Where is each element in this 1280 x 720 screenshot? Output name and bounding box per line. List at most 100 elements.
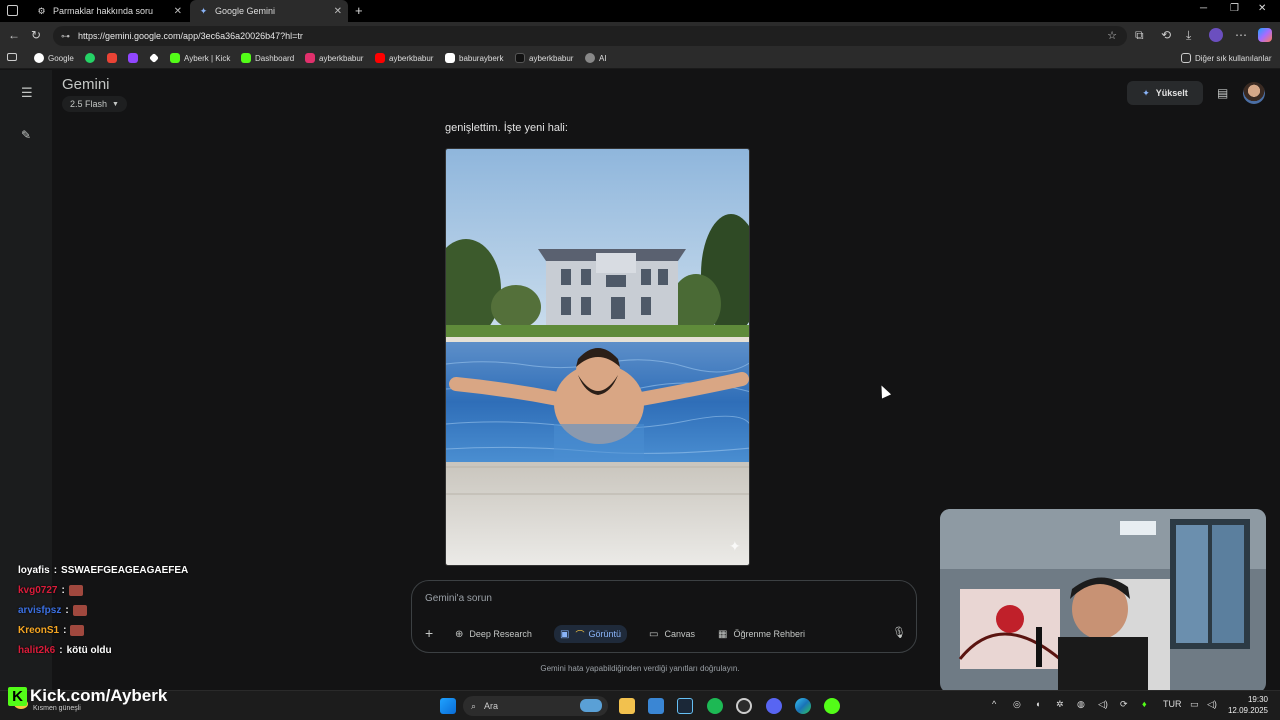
- svg-text:✦: ✦: [729, 539, 741, 555]
- chat-message: halit2k6 : kötü oldu: [18, 645, 112, 656]
- add-attachment-icon[interactable]: +: [425, 625, 433, 641]
- bookmark-whatsapp[interactable]: [85, 53, 99, 63]
- bookmark-twitch[interactable]: [128, 53, 142, 63]
- kick-logo-icon: K: [8, 686, 27, 706]
- tray-app-icon[interactable]: ✲: [1056, 699, 1064, 710]
- bookmark-google[interactable]: Google: [34, 53, 74, 63]
- browser-tab-strip: ⚙ Parmaklar hakkında soru ✕ ✦ Google Gem…: [0, 0, 1280, 22]
- app-title: Gemini: [62, 76, 110, 93]
- speaker-icon[interactable]: ◁): [1207, 699, 1217, 710]
- bookmark-youtube[interactable]: ayberkbabur: [375, 53, 433, 63]
- model-selector[interactable]: 2.5 Flash ▼: [62, 96, 127, 112]
- tray-app-icon[interactable]: ◖: [1035, 699, 1040, 709]
- extensions-icon[interactable]: ⧉: [1135, 28, 1144, 43]
- history-icon[interactable]: ⟲: [1161, 28, 1171, 42]
- prompt-input[interactable]: Gemini'a sorun: [425, 593, 492, 604]
- search-highlight-icon: [580, 699, 602, 712]
- tool-learning-guide[interactable]: ▦ Öğrenme Rehberi: [718, 625, 805, 643]
- bookmark-tiktok[interactable]: ayberkbabur: [515, 53, 573, 63]
- close-window-icon[interactable]: ✕: [1258, 3, 1266, 14]
- reload-icon[interactable]: ↻: [31, 28, 41, 42]
- language-indicator[interactable]: TUR: [1163, 699, 1182, 709]
- spotify-icon[interactable]: [707, 698, 723, 714]
- tab-actions-icon[interactable]: [7, 53, 17, 61]
- chat-username: arvisfpsz: [18, 605, 62, 616]
- clock-time: 19:30: [1247, 695, 1268, 704]
- banana-icon: ⌒: [575, 629, 585, 640]
- more-menu-icon[interactable]: ⋯: [1235, 28, 1247, 42]
- diamond-icon: [149, 53, 159, 63]
- taskbar-search[interactable]: ⌕ Ara: [463, 696, 608, 716]
- tab-parmaklar[interactable]: ⚙ Parmaklar hakkında soru ✕: [28, 0, 188, 22]
- tool-deep-research[interactable]: ⊕ Deep Research: [455, 625, 532, 643]
- bookmark-gmail[interactable]: [107, 53, 121, 63]
- chat-username: loyafis: [18, 565, 50, 576]
- chat-emote-icon: [68, 585, 83, 596]
- clock[interactable]: 19:30 12.09.2025: [1228, 694, 1268, 716]
- favorite-star-icon[interactable]: ☆: [1107, 29, 1117, 42]
- tab-label: Google Gemini: [215, 6, 276, 16]
- chat-username: halit2k6: [18, 645, 56, 656]
- instagram-icon: [305, 53, 315, 63]
- profile-icon[interactable]: [1209, 28, 1223, 42]
- discord-icon[interactable]: [766, 698, 782, 714]
- steam-tray-icon[interactable]: ◍: [1077, 699, 1085, 710]
- restore-icon[interactable]: ❐: [1230, 3, 1239, 14]
- google-icon: [34, 53, 44, 63]
- tab-google-gemini[interactable]: ✦ Google Gemini ✕: [190, 0, 348, 22]
- tray-expand-icon[interactable]: ^: [992, 699, 996, 709]
- bookmark-dashboard[interactable]: Dashboard: [241, 53, 294, 63]
- bookmark-x[interactable]: baburayberk: [445, 53, 503, 63]
- chat-text: kötü oldu: [66, 645, 112, 656]
- kick-icon: [241, 53, 251, 63]
- bookmark-ai-folder[interactable]: AI: [585, 53, 607, 63]
- obs-icon[interactable]: [736, 698, 752, 714]
- generated-image[interactable]: ✦: [445, 148, 750, 566]
- chat-text: SSWAEFGEAGEAGAEFEA: [61, 565, 189, 576]
- bookmark-instagram[interactable]: ayberkbabur: [305, 53, 363, 63]
- minimize-icon[interactable]: ─: [1200, 3, 1207, 14]
- network-icon[interactable]: ▭: [1190, 699, 1199, 710]
- new-chat-icon[interactable]: ✎: [21, 128, 31, 142]
- site-info-icon[interactable]: ⊶: [61, 31, 70, 42]
- temporary-chat-icon[interactable]: ▤: [1217, 86, 1228, 100]
- upgrade-button[interactable]: ✦ Yükselt: [1127, 81, 1203, 105]
- microphone-icon[interactable]: 🎙︎: [892, 626, 906, 639]
- bookmark-extra[interactable]: [149, 53, 163, 63]
- prompt-box[interactable]: Gemini'a sorun + ⊕ Deep Research ▣ ⌒ Gör…: [411, 580, 917, 653]
- other-bookmarks[interactable]: Diğer sık kullanılanlar: [1181, 53, 1271, 63]
- webcam-overlay: [940, 509, 1266, 693]
- hamburger-menu-icon[interactable]: ☰: [21, 85, 33, 101]
- window-menu-icon[interactable]: [7, 5, 18, 16]
- address-bar[interactable]: ⊶ https://gemini.google.com/app/3ec6a36a…: [53, 26, 1127, 46]
- tool-image[interactable]: ▣ ⌒ Görüntü: [554, 625, 627, 643]
- deep-research-icon: ⊕: [455, 628, 464, 640]
- start-icon[interactable]: [440, 698, 456, 714]
- back-icon[interactable]: ←: [8, 28, 20, 42]
- bookmark-ayberk-kick[interactable]: Ayberk | Kick: [170, 53, 230, 63]
- chat-message: kvg0727 :: [18, 585, 83, 596]
- kick-app-icon[interactable]: [824, 698, 840, 714]
- x-icon: [445, 53, 455, 63]
- kick-url-overlay: K Kick.com/Ayberk: [8, 686, 167, 706]
- tray-app-icon[interactable]: ◎: [1013, 699, 1021, 710]
- tray-app-icon[interactable]: ⟳: [1120, 699, 1128, 710]
- chat-emote-icon: [70, 625, 85, 636]
- new-tab-icon[interactable]: +: [355, 3, 363, 18]
- tool-canvas[interactable]: ▭ Canvas: [649, 625, 695, 643]
- chat-message: KreonS1 :: [18, 625, 85, 636]
- avatar[interactable]: [1243, 82, 1265, 104]
- download-icon[interactable]: ⤓: [1186, 28, 1191, 43]
- volume-icon[interactable]: ◁): [1098, 699, 1108, 710]
- close-tab-icon[interactable]: ✕: [174, 6, 182, 17]
- gmail-icon: [107, 53, 117, 63]
- kick-icon: [170, 53, 180, 63]
- copilot-icon[interactable]: [1258, 28, 1272, 42]
- edge-icon[interactable]: [795, 698, 811, 714]
- steam-icon[interactable]: [677, 698, 693, 714]
- file-explorer-icon[interactable]: [619, 698, 635, 714]
- photos-icon[interactable]: [648, 698, 664, 714]
- clock-date: 12.09.2025: [1227, 706, 1268, 715]
- microphone-tray-icon[interactable]: ♦: [1142, 699, 1147, 709]
- close-tab-icon[interactable]: ✕: [334, 6, 342, 17]
